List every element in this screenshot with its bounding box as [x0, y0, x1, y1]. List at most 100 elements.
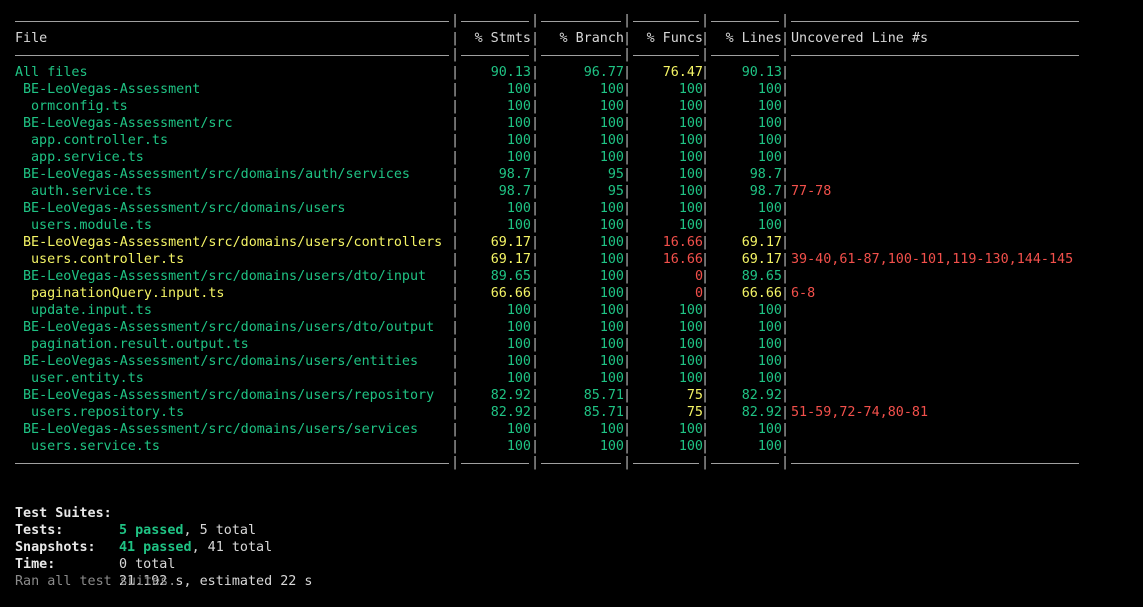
table-row: BE-LeoVegas-Assessment/src/domains/users…	[15, 421, 789, 438]
row-stmts: 100	[506, 422, 531, 437]
row-uncovered: 51-59,72-74,80-81	[791, 405, 929, 420]
table-row: update.input.ts | 100 | 100 | 100 | 100 |	[15, 302, 789, 319]
tests-total: , 41 total	[191, 540, 273, 555]
row-lines: 100	[757, 133, 782, 148]
row-lines: 100	[757, 320, 782, 335]
row-file: user.entity.ts	[31, 371, 144, 386]
row-stmts: 90.13	[490, 65, 531, 80]
row-funcs: 100	[678, 150, 703, 165]
row-branch: 100	[599, 337, 624, 352]
row-file: BE-LeoVegas-Assessment/src/domains/users…	[23, 235, 443, 250]
suites-total: , 5 total	[183, 523, 257, 538]
row-funcs: 76.47	[662, 65, 703, 80]
table-row: user.entity.ts | 100 | 100 | 100 | 100 |	[15, 370, 789, 387]
row-funcs: 100	[678, 337, 703, 352]
row-branch: 100	[599, 422, 624, 437]
row-branch: 85.71	[583, 388, 624, 403]
row-funcs: 100	[678, 82, 703, 97]
row-funcs: 100	[678, 116, 703, 131]
row-branch: 100	[599, 354, 624, 369]
row-branch: 95	[607, 167, 624, 182]
table-row: BE-LeoVegas-Assessment/src/domains/users…	[15, 200, 789, 217]
row-file: app.service.ts	[31, 150, 144, 165]
table-header-border: | | | | |	[15, 47, 1079, 64]
row-stmts: 69.17	[490, 252, 531, 267]
header-lines: % Lines	[725, 31, 782, 46]
row-file: BE-LeoVegas-Assessment/src	[23, 116, 233, 131]
summary-tests: Tests: 41 passed, 41 total	[15, 505, 272, 555]
row-funcs: 100	[678, 320, 703, 335]
row-funcs: 100	[678, 371, 703, 386]
row-file: users.controller.ts	[31, 252, 185, 267]
row-file: auth.service.ts	[31, 184, 152, 199]
row-file: paginationQuery.input.ts	[31, 286, 225, 301]
row-file: app.controller.ts	[31, 133, 169, 148]
row-lines: 82.92	[741, 388, 782, 403]
table-header-row: File | % Stmts | % Branch | % Funcs | % …	[15, 31, 929, 46]
row-lines: 100	[757, 337, 782, 352]
row-file: BE-LeoVegas-Assessment/src/domains/users…	[23, 422, 419, 437]
row-stmts: 100	[506, 439, 531, 454]
test-summary: Test Suites: 5 passed, 5 total Tests: 41…	[15, 488, 312, 589]
row-funcs: 75	[686, 388, 703, 403]
row-file: BE-LeoVegas-Assessment/src/domains/users…	[23, 388, 435, 403]
table-row: ormconfig.ts | 100 | 100 | 100 | 100 |	[15, 98, 789, 115]
row-branch: 100	[599, 320, 624, 335]
table-row: app.service.ts | 100 | 100 | 100 | 100 |	[15, 149, 789, 166]
row-branch: 100	[599, 82, 624, 97]
row-branch: 100	[599, 303, 624, 318]
row-stmts: 98.7	[498, 184, 531, 199]
row-stmts: 100	[506, 337, 531, 352]
coverage-rows: All files | 90.13 | 96.77 | 76.47 | 90.13 | BE-Leo…	[15, 64, 1073, 455]
table-row: BE-LeoVegas-Assessment/src/domains/users…	[15, 319, 789, 336]
row-funcs: 100	[678, 184, 703, 199]
row-funcs: 100	[678, 201, 703, 216]
row-branch: 100	[599, 269, 624, 284]
row-stmts: 100	[506, 133, 531, 148]
row-lines: 100	[757, 354, 782, 369]
row-lines: 66.66	[741, 286, 782, 301]
row-lines: 100	[757, 303, 782, 318]
suites-passed: 5 passed	[119, 523, 184, 538]
row-lines: 100	[757, 82, 782, 97]
row-stmts: 69.17	[490, 235, 531, 250]
row-stmts: 82.92	[490, 405, 531, 420]
terminal-output: | | | | | File | % Stmts | % Branch | % …	[15, 13, 1079, 589]
row-file: update.input.ts	[31, 303, 152, 318]
row-branch: 100	[599, 439, 624, 454]
header-uncovered: Uncovered Line #s	[791, 31, 929, 46]
row-stmts: 100	[506, 218, 531, 233]
row-lines: 100	[757, 422, 782, 437]
row-stmts: 98.7	[498, 167, 531, 182]
row-file: BE-LeoVegas-Assessment/src/domains/auth/…	[23, 167, 410, 182]
table-row: BE-LeoVegas-Assessment/src/domains/users…	[15, 353, 789, 370]
row-file: users.service.ts	[31, 439, 160, 454]
table-row: paginationQuery.input.ts | 66.66 | 100 | 0 | 66.…	[15, 285, 815, 302]
row-branch: 100	[599, 218, 624, 233]
row-funcs: 100	[678, 303, 703, 318]
row-branch: 96.77	[583, 65, 624, 80]
row-stmts: 82.92	[490, 388, 531, 403]
row-lines: 98.7	[749, 167, 782, 182]
header-file: File	[15, 31, 48, 46]
row-file: pagination.result.output.ts	[31, 337, 249, 352]
summary-snapshots: Snapshots: 0 total	[15, 522, 175, 572]
table-row: auth.service.ts | 98.7 | 95 | 100 | 98.7 | 77-78	[15, 183, 831, 200]
row-lines: 89.65	[741, 269, 782, 284]
row-uncovered: 77-78	[791, 184, 832, 199]
row-branch: 100	[599, 133, 624, 148]
table-row: BE-LeoVegas-Assessment/src | 100 | 100 | 100 | 1…	[15, 115, 789, 132]
row-branch: 100	[599, 201, 624, 216]
row-stmts: 100	[506, 303, 531, 318]
row-funcs: 100	[678, 439, 703, 454]
table-row: All files | 90.13 | 96.77 | 76.47 | 90.13 |	[15, 65, 790, 80]
row-lines: 100	[757, 201, 782, 216]
row-stmts: 100	[506, 201, 531, 216]
header-branch: % Branch	[559, 31, 625, 46]
row-funcs: 100	[678, 133, 703, 148]
row-lines: 69.17	[741, 235, 782, 250]
row-branch: 100	[599, 116, 624, 131]
row-branch: 100	[599, 286, 624, 301]
row-file: users.module.ts	[31, 218, 152, 233]
row-file: All files	[15, 65, 88, 80]
